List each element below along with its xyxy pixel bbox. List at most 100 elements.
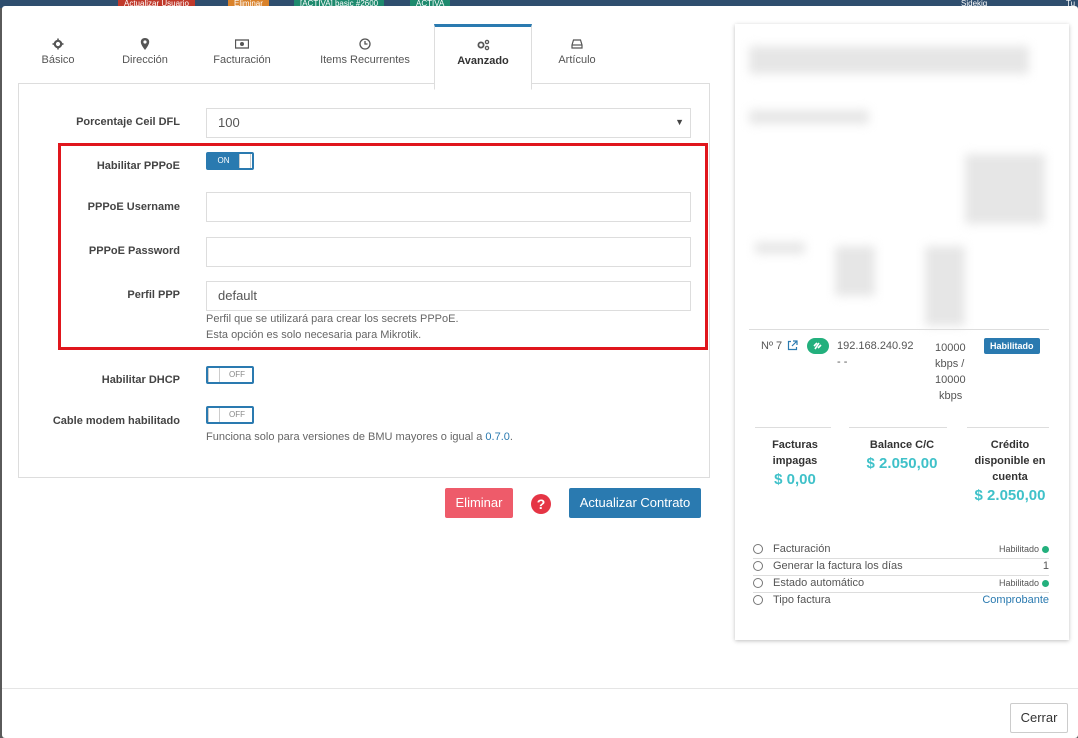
summary-title: disponible en — [974, 455, 1046, 467]
ppp-profile-input[interactable]: default — [206, 281, 691, 311]
tab-label: Facturación — [213, 54, 271, 66]
cablemodem-help: Funciona solo para versiones de BMU mayo… — [206, 429, 691, 445]
tab-avanzado[interactable]: Avanzado — [434, 24, 532, 90]
connection-row: Nº 7 192.168.240.92 - - 10000 kbps / 100… — [755, 332, 1055, 402]
circle-icon — [753, 561, 763, 571]
connection-status-badge: Habilitado — [984, 338, 1040, 354]
speed-line: 10000 — [935, 342, 966, 354]
option-label: Tipo factura — [773, 594, 831, 606]
option-row-tipo-factura: Tipo factura Comprobante — [753, 593, 1049, 610]
money-icon — [235, 39, 249, 49]
ceil-dfl-value: 100 — [218, 115, 240, 130]
option-label: Generar la factura los días — [773, 560, 903, 572]
advanced-settings-panel: Porcentaje Ceil DFL 100 ▼ Habilitar PPPo… — [18, 83, 710, 478]
contract-summary-card: Nº 7 192.168.240.92 - - 10000 kbps / 100… — [735, 24, 1069, 640]
balance-summary: Balance C/C $ 2.050,00 — [851, 427, 953, 472]
tab-items-recurrentes[interactable]: Items Recurrentes — [298, 24, 432, 90]
speed-line: kbps — [939, 390, 963, 402]
toggle-off-text: OFF — [229, 370, 245, 379]
redacted-block — [749, 46, 1029, 74]
circle-icon — [753, 595, 763, 605]
summary-value: $ 0,00 — [774, 471, 816, 488]
question-circle-icon[interactable]: ? — [531, 494, 551, 514]
dhcp-enable-label: Habilitar DHCP — [101, 374, 180, 386]
divider — [749, 329, 1049, 330]
toggle-knob — [208, 368, 220, 382]
summary-title: Facturas — [772, 439, 818, 451]
tab-bar: Básico Dirección Facturación Items Recur… — [18, 24, 710, 90]
pppoe-toggle[interactable]: ON — [206, 152, 254, 170]
tab-direccion[interactable]: Dirección — [102, 24, 188, 90]
pppoe-password-label: PPPoE Password — [88, 245, 180, 257]
pppoe-username-label: PPPoE Username — [87, 201, 180, 213]
summary-title: impagas — [772, 455, 818, 467]
status-dot-icon — [1042, 546, 1049, 554]
option-label: Facturación — [773, 543, 831, 555]
redacted-block — [755, 242, 805, 254]
modal-footer-divider — [2, 688, 1078, 689]
summary-title: Balance C/C — [869, 439, 935, 451]
pppoe-password-input[interactable] — [206, 237, 691, 267]
tab-facturacion[interactable]: Facturación — [194, 24, 290, 90]
dhcp-toggle[interactable]: OFF — [206, 366, 254, 384]
ppp-profile-help-line-1: Perfil que se utilizará para crear los s… — [206, 313, 459, 325]
connection-number: Nº 7 — [761, 340, 783, 352]
tab-label: Básico — [41, 54, 75, 66]
toggle-knob — [239, 154, 251, 168]
option-value: Habilitado — [999, 578, 1049, 588]
redacted-block — [925, 246, 965, 326]
speed-line: kbps / — [935, 358, 965, 370]
connection-ip-suffix: - - — [837, 356, 848, 368]
bmu-version-link[interactable]: 0.7.0 — [485, 431, 509, 443]
redacted-block — [965, 154, 1045, 224]
option-row-facturacion: Facturación Habilitado — [753, 542, 1049, 559]
update-contract-button[interactable]: Actualizar Contrato — [569, 488, 701, 518]
cablemodem-toggle[interactable]: OFF — [206, 406, 254, 424]
circle-icon — [753, 578, 763, 588]
speed-line: 10000 — [935, 374, 966, 386]
option-row-generar-factura: Generar la factura los días 1 — [753, 559, 1049, 576]
summary-title: cuenta — [992, 471, 1028, 483]
close-button[interactable]: Cerrar — [1010, 703, 1068, 733]
contract-modal: Básico Dirección Facturación Items Recur… — [2, 6, 1078, 738]
connection-speed: 10000 kbps / 10000 kbps — [935, 340, 966, 404]
cablemodem-enable-label: Cable modem habilitado — [52, 415, 180, 427]
ceil-dfl-label: Porcentaje Ceil DFL — [76, 116, 180, 128]
map-marker-icon — [140, 38, 150, 50]
plug-status-icon — [807, 338, 829, 354]
external-link-icon[interactable] — [787, 340, 798, 351]
available-credit-summary: Crédito disponible en cuenta $ 2.050,00 — [967, 427, 1053, 504]
circle-icon — [753, 544, 763, 554]
connection-ip: 192.168.240.92 — [837, 340, 914, 352]
pppoe-username-input[interactable] — [206, 192, 691, 222]
summary-title: Crédito — [990, 439, 1030, 451]
caret-down-icon: ▼ — [675, 117, 684, 127]
tab-articulo[interactable]: Artículo — [536, 24, 618, 90]
option-value-text: Habilitado — [998, 578, 1039, 588]
cablemodem-help-text: Funciona solo para versiones de BMU mayo… — [206, 431, 486, 443]
clock-icon — [359, 38, 371, 50]
toggle-off-text: OFF — [229, 410, 245, 419]
tab-basico[interactable]: Básico — [18, 24, 98, 90]
toggle-knob — [208, 408, 220, 422]
ppp-profile-help-line-2: Esta opción es solo necesaria para Mikro… — [206, 329, 422, 341]
tab-label: Dirección — [122, 54, 168, 66]
tab-label: Avanzado — [457, 55, 509, 67]
delete-contract-button[interactable]: Eliminar — [445, 488, 513, 518]
ppp-profile-help: Perfil que se utilizará para crear los s… — [206, 311, 691, 343]
ppp-profile-label: Perfil PPP — [127, 289, 180, 301]
ceil-dfl-select[interactable]: 100 ▼ — [206, 108, 691, 138]
inbox-icon — [571, 39, 583, 49]
pppoe-enable-label: Habilitar PPPoE — [96, 160, 180, 172]
invoice-type-link[interactable]: Comprobante — [982, 594, 1049, 606]
option-value-text: Habilitado — [998, 544, 1039, 554]
tab-label: Artículo — [558, 54, 596, 66]
option-value: Habilitado — [999, 544, 1049, 554]
toggle-on-text: ON — [208, 154, 239, 168]
redacted-block — [749, 110, 869, 124]
option-label: Estado automático — [773, 577, 865, 589]
tab-label: Items Recurrentes — [320, 54, 410, 66]
option-value: 1 — [1042, 560, 1049, 572]
summary-value: $ 2.050,00 — [866, 455, 938, 472]
cablemodem-help-period: . — [509, 431, 513, 443]
